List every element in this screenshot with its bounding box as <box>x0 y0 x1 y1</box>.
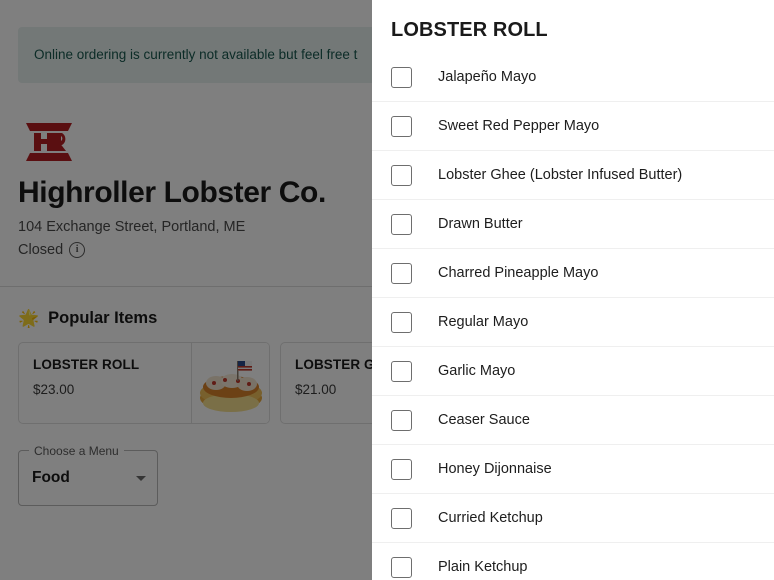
checkbox-icon[interactable] <box>391 556 412 578</box>
option-label: Curried Ketchup <box>438 510 543 526</box>
checkbox-icon[interactable] <box>391 458 412 480</box>
option-row[interactable]: Charred Pineapple Mayo <box>372 249 774 298</box>
checkbox-icon[interactable] <box>391 164 412 186</box>
option-row[interactable]: Ceaser Sauce <box>372 396 774 445</box>
option-label: Charred Pineapple Mayo <box>438 265 599 281</box>
option-label: Garlic Mayo <box>438 363 516 379</box>
checkbox-icon[interactable] <box>391 262 412 284</box>
option-row[interactable]: Garlic Mayo <box>372 347 774 396</box>
checkbox-icon[interactable] <box>391 507 412 529</box>
option-row[interactable]: Jalapeño Mayo <box>372 53 774 102</box>
checkbox-icon[interactable] <box>391 311 412 333</box>
checkbox-icon[interactable] <box>391 409 412 431</box>
option-row[interactable]: Drawn Butter <box>372 200 774 249</box>
app-root: Online ordering is currently not availab… <box>0 0 774 580</box>
option-label: Regular Mayo <box>438 314 529 330</box>
option-label: Ceaser Sauce <box>438 412 530 428</box>
checkbox-icon[interactable] <box>391 66 412 88</box>
checkbox-icon[interactable] <box>391 115 412 137</box>
option-row[interactable]: Curried Ketchup <box>372 494 774 543</box>
options-list: Jalapeño Mayo Sweet Red Pepper Mayo Lobste… <box>372 53 774 580</box>
option-label: Jalapeño Mayo <box>438 69 537 85</box>
option-label: Drawn Butter <box>438 216 523 232</box>
option-label: Lobster Ghee (Lobster Infused Butter) <box>438 167 683 183</box>
option-row[interactable]: Lobster Ghee (Lobster Infused Butter) <box>372 151 774 200</box>
option-row[interactable]: Honey Dijonnaise <box>372 445 774 494</box>
checkbox-icon[interactable] <box>391 360 412 382</box>
option-row[interactable]: Plain Ketchup <box>372 543 774 580</box>
item-options-modal: LOBSTER ROLL Jalapeño Mayo Sweet Red Pepp… <box>372 0 774 580</box>
option-label: Plain Ketchup <box>438 559 528 575</box>
option-label: Sweet Red Pepper Mayo <box>438 118 600 134</box>
option-row[interactable]: Sweet Red Pepper Mayo <box>372 102 774 151</box>
option-row[interactable]: Regular Mayo <box>372 298 774 347</box>
option-label: Honey Dijonnaise <box>438 461 552 477</box>
modal-title: LOBSTER ROLL <box>391 19 548 41</box>
checkbox-icon[interactable] <box>391 213 412 235</box>
